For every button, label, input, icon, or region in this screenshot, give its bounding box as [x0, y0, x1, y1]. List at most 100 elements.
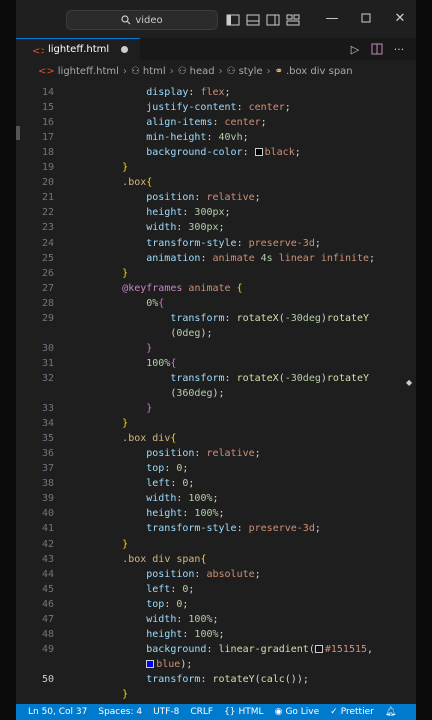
code-line[interactable]: 24 transform-style: preserve-3d; [16, 236, 416, 251]
code-line[interactable]: blue); [16, 657, 416, 672]
customize-layout-icon[interactable] [286, 12, 300, 26]
line-number: 41 [41, 523, 54, 535]
code-text: position: relative; [146, 192, 261, 204]
line-number: 50 [41, 673, 54, 685]
line-number: 16 [41, 117, 54, 129]
line-number: 20 [41, 177, 54, 189]
code-line[interactable]: 21 position: relative; [16, 190, 416, 205]
code-line[interactable]: 48 height: 100%; [16, 627, 416, 642]
color-swatch-icon[interactable] [254, 148, 263, 157]
more-actions-icon[interactable]: ··· [392, 42, 406, 56]
code-text: height: 100%; [146, 508, 225, 520]
code-line[interactable]: 16 align-items: center; [16, 115, 416, 130]
line-number: 34 [41, 418, 54, 430]
code-line[interactable]: 35 .box div{ [16, 431, 416, 446]
code-line[interactable]: 37 top: 0; [16, 461, 416, 476]
indentation-setting[interactable]: Spaces: 4 [98, 707, 142, 717]
language-mode[interactable]: {} HTML [224, 707, 264, 717]
line-number: 19 [41, 162, 54, 174]
code-line[interactable]: 43 .box div span{ [16, 552, 416, 567]
code-line[interactable]: 47 width: 100%; [16, 612, 416, 627]
breadcrumb-item-head[interactable]: ⚇ head [178, 66, 215, 77]
code-text: (0deg); [170, 327, 213, 339]
tab-lighteff-html[interactable]: <> lighteff.html [16, 38, 141, 60]
toggle-sidebar-icon[interactable] [226, 12, 240, 26]
code-line[interactable]: 23 width: 300px; [16, 220, 416, 235]
code-line[interactable]: 33 } [16, 401, 416, 416]
code-text: width: 300px; [146, 222, 225, 234]
code-line[interactable]: 42 } [16, 537, 416, 552]
code-line[interactable]: 49 background: linear-gradient(#151515, [16, 642, 416, 657]
color-swatch-icon[interactable] [146, 659, 155, 668]
code-line[interactable]: 50 transform: rotateY(calc()); [16, 672, 416, 687]
tab-label: lighteff.html [48, 44, 110, 55]
code-line[interactable]: 39 width: 100%; [16, 491, 416, 506]
code-text: } [122, 538, 129, 550]
code-line[interactable]: 30 } [16, 341, 416, 356]
go-live-button[interactable]: ◉ Go Live [275, 707, 320, 717]
breadcrumb-item-style[interactable]: ⚇ style [227, 66, 263, 77]
cursor-position[interactable]: Ln 50, Col 37 [28, 707, 87, 717]
code-line[interactable]: 22 height: 300px; [16, 205, 416, 220]
code-text: width: 100%; [146, 613, 219, 625]
run-icon[interactable]: ▷ [348, 42, 362, 56]
code-text: .box div span{ [122, 553, 207, 565]
code-line[interactable]: 40 height: 100%; [16, 506, 416, 521]
code-line[interactable]: 29 transform: rotateX(-30deg)rotateY [16, 311, 416, 326]
code-line[interactable]: 18 background-color: black; [16, 145, 416, 160]
prettier-button[interactable]: ✓ Prettier [330, 707, 374, 717]
toggle-panel-icon[interactable] [246, 12, 260, 26]
code-text: height: 100%; [146, 628, 225, 640]
code-line[interactable]: 27 @keyframes animate { [16, 281, 416, 296]
breadcrumb-item-html[interactable]: ⚇ html [131, 66, 166, 77]
eol-setting[interactable]: CRLF [190, 707, 213, 717]
code-line[interactable]: 28 0%{ [16, 296, 416, 311]
code-line[interactable]: (360deg); [16, 386, 416, 401]
code-line[interactable]: 41 transform-style: preserve-3d; [16, 521, 416, 536]
code-line[interactable]: 36 position: relative; [16, 446, 416, 461]
breadcrumb-item-file[interactable]: <> lighteff.html [38, 66, 119, 77]
code-line[interactable]: 34 } [16, 416, 416, 431]
chevron-right-icon: › [169, 65, 174, 77]
breadcrumb-item-selector[interactable]: ⚭ .box div span [275, 66, 353, 77]
minimize-icon[interactable]: — [322, 8, 342, 28]
code-line[interactable]: (0deg); [16, 326, 416, 341]
code-line[interactable]: 19 } [16, 160, 416, 175]
encoding-setting[interactable]: UTF-8 [153, 707, 179, 717]
code-text: top: 0; [146, 598, 189, 610]
code-line[interactable]: 14 display: flex; [16, 85, 416, 100]
code-text: } [146, 342, 153, 354]
maximize-icon[interactable] [356, 8, 376, 28]
notifications-icon[interactable]: 🔔︎ [385, 707, 396, 717]
color-swatch-icon[interactable] [314, 644, 323, 653]
code-line[interactable]: 45 left: 0; [16, 582, 416, 597]
code-line[interactable]: 46 top: 0; [16, 597, 416, 612]
code-editor[interactable]: 14 display: flex; 15 justify-content: cen… [16, 82, 416, 704]
code-line[interactable]: 25 animation: animate 4s linear infinite… [16, 251, 416, 266]
close-icon[interactable]: ✕ [390, 8, 410, 28]
code-text: transform: rotateX(-30deg)rotateY [170, 312, 370, 324]
code-line[interactable]: } [16, 687, 416, 702]
code-line[interactable]: 44 position: absolute; [16, 567, 416, 582]
scrollbar-marker-icon[interactable]: ◆ [406, 378, 414, 387]
command-center-search[interactable]: video [66, 10, 218, 30]
code-line[interactable]: 17 min-height: 40vh; [16, 130, 416, 145]
code-line[interactable]: 20 .box{ [16, 175, 416, 190]
code-line[interactable]: 32 transform: rotateX(-30deg)rotateY [16, 371, 416, 386]
line-number: 46 [41, 598, 54, 610]
code-text: animation: animate 4s linear infinite; [146, 252, 376, 264]
toggle-secondary-icon[interactable] [266, 12, 280, 26]
code-line[interactable]: 38 left: 0; [16, 476, 416, 491]
element-icon: ⚇ [177, 65, 187, 77]
code-text: top: 0; [146, 463, 189, 475]
broadcast-icon: ◉ [274, 707, 283, 717]
unsaved-dot-icon[interactable] [121, 46, 129, 53]
code-line[interactable]: 31 100%{ [16, 356, 416, 371]
code-line[interactable]: 15 justify-content: center; [16, 100, 416, 115]
braces-icon: {} [224, 707, 236, 717]
line-number: 35 [41, 433, 54, 445]
line-number: 14 [41, 87, 54, 98]
code-text: display: flex; [146, 87, 231, 98]
code-line[interactable]: 26 } [16, 266, 416, 281]
split-editor-icon[interactable] [370, 42, 384, 56]
